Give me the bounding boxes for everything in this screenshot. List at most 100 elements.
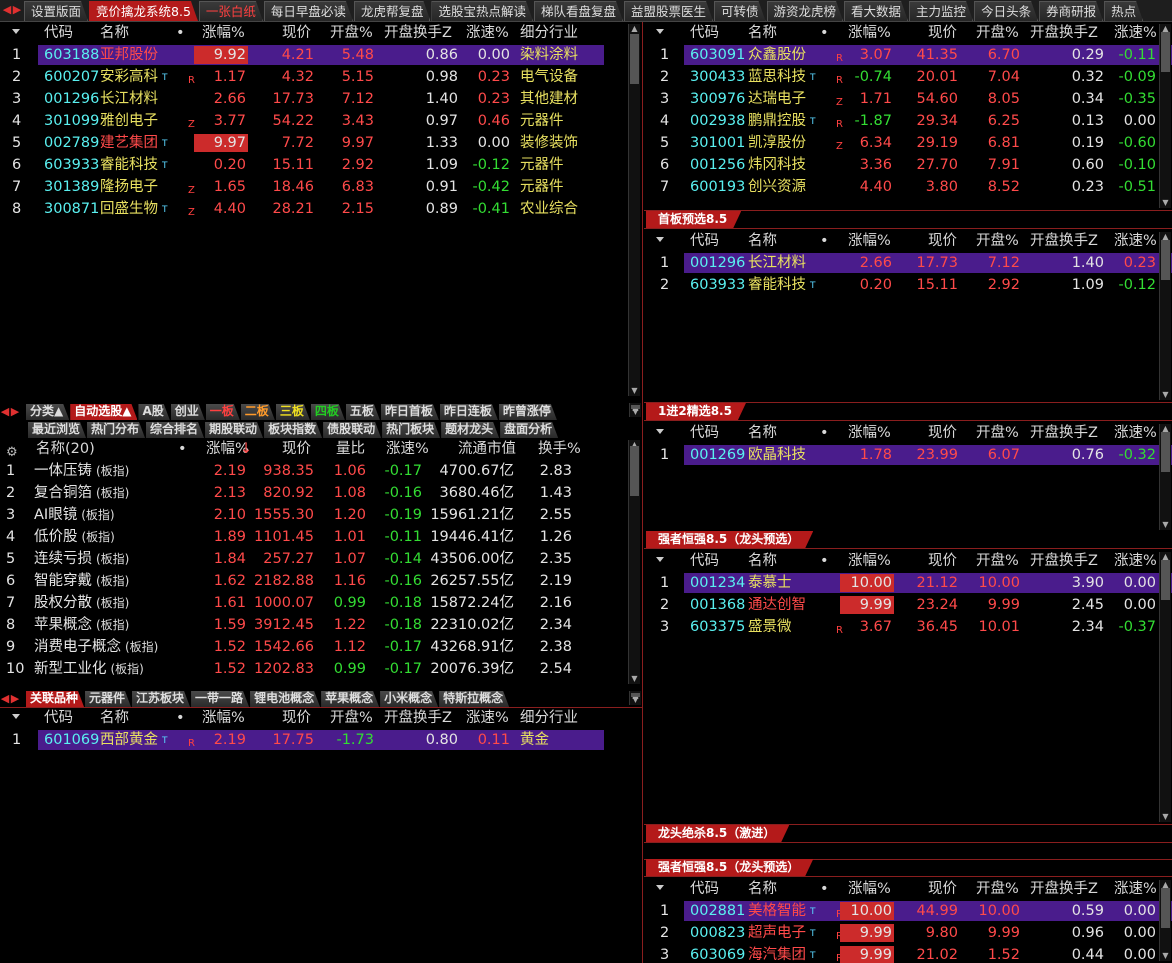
column-header[interactable]: 名称	[748, 22, 777, 44]
cell-code[interactable]: 000823	[690, 922, 746, 944]
top-tab-8[interactable]: 可转债	[714, 1, 766, 21]
header-menu-icon[interactable]	[12, 29, 20, 34]
scrollbar[interactable]: ▲▼	[1159, 880, 1171, 961]
column-header[interactable]: 涨幅%	[848, 550, 891, 572]
column-header[interactable]: 现价	[928, 230, 957, 252]
column-header[interactable]: •	[820, 550, 829, 572]
column-header[interactable]: 现价	[282, 438, 311, 460]
column-header[interactable]: 名称(20)	[36, 438, 95, 460]
column-header[interactable]: 现价	[282, 22, 311, 44]
cell-code[interactable]: 301001	[690, 132, 746, 154]
cell-code[interactable]: 300976	[690, 88, 746, 110]
cell-name[interactable]: 建艺集团	[100, 132, 190, 154]
category-tab-3[interactable]: 创业	[171, 404, 205, 420]
column-header[interactable]: 涨速%	[1114, 230, 1157, 252]
column-header[interactable]: 涨幅%	[848, 230, 891, 252]
sector-name[interactable]: 消费电子概念	[34, 639, 121, 655]
top-tab-14[interactable]: 热点	[1104, 1, 1143, 21]
category-tab-0[interactable]: 分类▲	[26, 404, 69, 420]
cell-code[interactable]: 301389	[44, 176, 100, 198]
column-header[interactable]: 现价	[282, 707, 311, 729]
cell-code[interactable]: 603188	[44, 44, 100, 66]
cell-code[interactable]: 001256	[690, 154, 746, 176]
category-tab-4[interactable]: 一板	[206, 404, 240, 420]
related-tab-3[interactable]: 一带一路	[191, 691, 249, 707]
scroll-down-icon[interactable]: ▼	[629, 386, 640, 396]
column-header[interactable]: 流通市值	[458, 438, 516, 460]
cell-code[interactable]: 002938	[690, 110, 746, 132]
panel-title[interactable]: 强者恒强8.5（龙头预选）	[646, 859, 813, 876]
column-header[interactable]: 开盘换手Z	[1030, 422, 1098, 444]
cell-name[interactable]: 美格智能	[748, 900, 838, 922]
cell-name[interactable]: 连续亏损 (板指)	[34, 548, 194, 570]
tab-scroll-arrows[interactable]: ▶	[10, 691, 20, 707]
column-header[interactable]: •	[820, 878, 829, 900]
column-header[interactable]: •	[176, 707, 185, 729]
cell-name[interactable]: 长江材料	[748, 252, 838, 274]
column-header[interactable]: 代码	[44, 707, 73, 729]
scroll-thumb[interactable]	[1161, 560, 1170, 600]
cell-code[interactable]: 002881	[690, 900, 746, 922]
column-header[interactable]: 代码	[690, 230, 719, 252]
tool-tab-7[interactable]: 题材龙头	[441, 422, 499, 438]
cell-code[interactable]: 601069	[44, 729, 100, 751]
category-tab-10[interactable]: 昨日连板	[440, 404, 498, 420]
cell-code[interactable]: 600207	[44, 66, 100, 88]
category-tab-1[interactable]: 自动选股▲	[70, 404, 137, 420]
cell-name[interactable]: 鹏鼎控股	[748, 110, 838, 132]
tool-tab-4[interactable]: 板块指数	[264, 422, 322, 438]
column-header[interactable]: 开盘换手Z	[1030, 22, 1098, 44]
sector-name[interactable]: 复合铜箔	[34, 485, 92, 501]
scrollbar[interactable]: ▲▼	[1159, 232, 1171, 400]
column-header[interactable]: 涨速%	[1114, 550, 1157, 572]
cell-name[interactable]: 一体压铸 (板指)	[34, 460, 194, 482]
column-header[interactable]: •	[820, 22, 829, 44]
tab-scroll-arrows[interactable]: ▶	[10, 404, 20, 420]
cell-name[interactable]: AI眼镜 (板指)	[34, 504, 194, 526]
scroll-thumb[interactable]	[630, 446, 639, 496]
panel-title[interactable]: 龙头绝杀8.5（激进）	[646, 825, 789, 842]
column-header[interactable]: 现价	[928, 550, 957, 572]
cell-code[interactable]: 001234	[690, 572, 746, 594]
cell-code[interactable]: 001368	[690, 594, 746, 616]
cell-code[interactable]: 300433	[690, 66, 746, 88]
top-tab-7[interactable]: 益盟股票医生	[624, 1, 713, 21]
tool-tab-8[interactable]: 盘面分析	[500, 422, 558, 438]
scroll-thumb[interactable]	[1161, 432, 1170, 472]
top-tab-3[interactable]: 每日早盘必读	[264, 1, 353, 21]
top-tab-9[interactable]: 游资龙虎榜	[767, 1, 844, 21]
column-header[interactable]: 开盘%	[976, 22, 1019, 44]
column-header[interactable]: 涨幅%	[202, 22, 245, 44]
cell-name[interactable]: 长江材料	[100, 88, 190, 110]
scrollbar[interactable]: ▲▼	[1159, 552, 1171, 822]
scroll-down-icon[interactable]: ▼	[1160, 198, 1171, 208]
cell-name[interactable]: 达瑞电子	[748, 88, 838, 110]
related-tab-4[interactable]: 锂电池概念	[250, 691, 320, 707]
category-tab-9[interactable]: 昨日首板	[381, 404, 439, 420]
column-header[interactable]: 代码	[690, 22, 719, 44]
scroll-down-icon[interactable]: ▼	[630, 407, 641, 417]
column-header[interactable]: 涨速%	[466, 707, 509, 729]
top-tab-0[interactable]: 设置版面	[24, 1, 88, 21]
table-row[interactable]: 1 一体压铸 (板指) 2.19 938.35 1.06 -0.17 4700.67亿 2.83	[0, 460, 640, 482]
top-tab-5[interactable]: 选股宝热点解读	[431, 1, 533, 21]
column-header[interactable]: 开盘%	[976, 422, 1019, 444]
cell-code[interactable]: 603091	[690, 44, 746, 66]
related-tab-6[interactable]: 小米概念	[380, 691, 438, 707]
scroll-down-icon[interactable]: ▼	[629, 674, 640, 684]
sector-name[interactable]: AI眼镜	[34, 507, 77, 523]
column-header[interactable]: 代码	[690, 422, 719, 444]
column-header[interactable]: •	[176, 22, 185, 44]
table-row[interactable]: 4 低价股 (板指) 1.89 1101.45 1.01 -0.11 19446.41亿 1.2…	[0, 526, 640, 548]
category-tab-7[interactable]: 四板	[311, 404, 345, 420]
tool-tab-6[interactable]: 热门板块	[382, 422, 440, 438]
cell-name[interactable]: 睿能科技	[748, 274, 838, 296]
column-header[interactable]: 现价	[928, 878, 957, 900]
column-header[interactable]: •	[820, 422, 829, 444]
table-row[interactable]: 6 智能穿戴 (板指) 1.62 2182.88 1.16 -0.16 26257.55亿 2.…	[0, 570, 640, 592]
column-header[interactable]: 开盘换手Z	[1030, 878, 1098, 900]
column-header[interactable]: 开盘换手Z	[1030, 230, 1098, 252]
scroll-down-icon[interactable]: ▼	[1160, 812, 1171, 822]
tab-scroll-arrows[interactable]: ◀	[0, 404, 10, 420]
column-header[interactable]: 涨速%	[466, 22, 509, 44]
